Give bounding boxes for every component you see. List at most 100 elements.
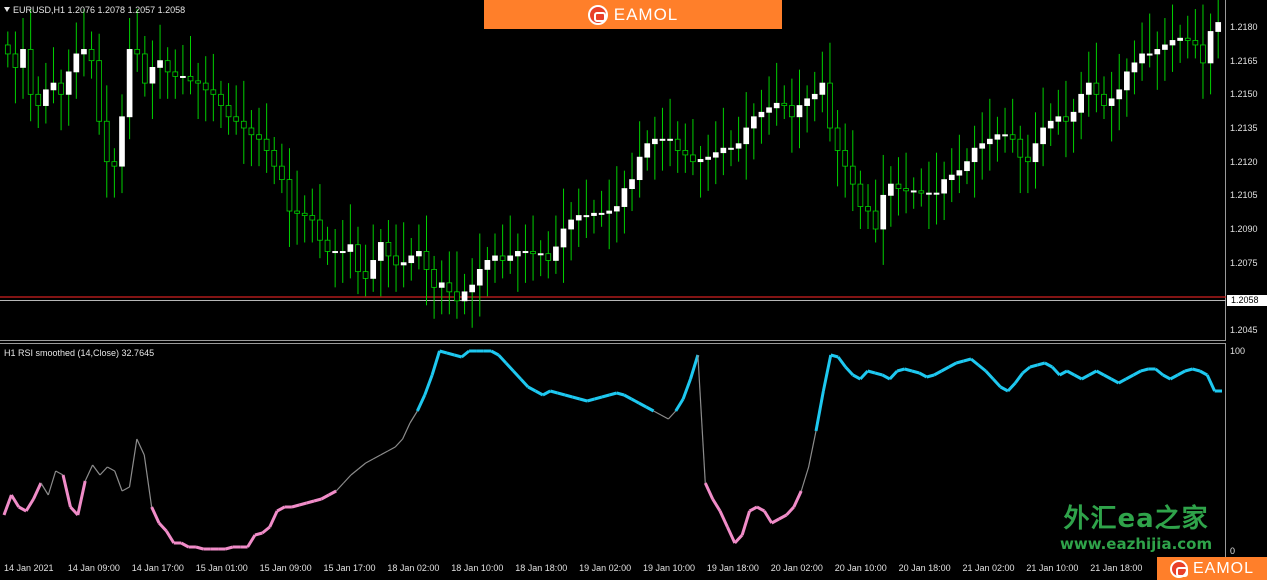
candle-body (271, 150, 278, 167)
candle (355, 226, 361, 295)
candle (804, 85, 810, 133)
candle-body (484, 260, 491, 270)
candle (575, 188, 582, 247)
candle (910, 177, 917, 209)
rsi-segment (1162, 373, 1172, 381)
rsi-segment (423, 374, 434, 396)
candle (781, 85, 788, 120)
candle (842, 123, 849, 198)
candle (469, 258, 476, 328)
candle-body (743, 127, 750, 145)
rsi-segment (1169, 373, 1179, 381)
candle (819, 51, 826, 113)
candle-body (1047, 120, 1054, 129)
candle (279, 143, 285, 194)
rsi-axis-label: 100 (1230, 346, 1246, 356)
candle (1040, 87, 1046, 167)
candle-body (73, 53, 80, 73)
rsi-segment (836, 356, 847, 368)
rsi-segment (357, 462, 367, 470)
candle-body (827, 82, 833, 129)
dropdown-triangle-icon[interactable] (4, 7, 10, 12)
candle (1078, 71, 1085, 140)
candle-body (256, 134, 262, 140)
candle (606, 179, 613, 250)
chart-canvas[interactable] (0, 0, 1267, 580)
price-axis-label: 1.2090 (1230, 224, 1258, 234)
candle-body (119, 116, 125, 167)
time-axis-label: 15 Jan 01:00 (195, 563, 248, 573)
rsi-segment (1125, 373, 1135, 381)
candle (1063, 80, 1069, 158)
candle (88, 31, 95, 79)
rsi-segment (18, 505, 27, 513)
candle-body (865, 206, 871, 212)
rsi-segment (579, 397, 588, 403)
price-axis-label: 1.2150 (1230, 89, 1258, 100)
candle-body (583, 215, 590, 218)
candle (903, 152, 909, 214)
rsi-segment (276, 505, 286, 513)
rsi-segment (1029, 363, 1038, 369)
rsi-segment (918, 371, 928, 379)
candle (225, 83, 232, 135)
candle-body (781, 102, 788, 106)
candle-body (423, 251, 430, 270)
rsi-segment (814, 390, 825, 432)
rsi-segment (572, 395, 581, 401)
candle-body (575, 215, 582, 221)
candle-body (111, 161, 118, 167)
candle-body (1040, 127, 1046, 145)
candle-body (560, 228, 567, 248)
candle (766, 76, 772, 135)
candle (865, 184, 871, 229)
candle (141, 35, 148, 97)
candle (728, 130, 734, 167)
time-axis-label: 15 Jan 09:00 (259, 563, 312, 573)
price-axis-label: 1.2075 (1230, 257, 1258, 268)
rsi-segment (372, 454, 381, 460)
candle-body (652, 138, 658, 145)
rsi-segment (416, 394, 427, 412)
candle-body (248, 127, 255, 136)
candle-body (294, 210, 300, 214)
candle (1116, 53, 1123, 131)
candle-body (750, 116, 757, 129)
candle (187, 35, 194, 95)
rsi-segment (681, 378, 692, 400)
rsi-segment (99, 466, 108, 476)
rsi-segment (1051, 365, 1061, 377)
rsi-segment (114, 470, 123, 492)
rsi-segment (726, 526, 737, 544)
candle-body (1009, 134, 1016, 140)
rsi-segment (254, 531, 263, 537)
candle-body (910, 190, 917, 193)
rsi-segment (402, 422, 411, 440)
candle-body (1131, 62, 1138, 73)
chart-window[interactable]: EURUSD,H1 1.2076 1.2078 1.2057 1.2058 H1… (0, 0, 1267, 580)
rsi-segment (10, 494, 21, 508)
candle-body (690, 154, 696, 163)
candle (476, 233, 483, 317)
candle (674, 121, 681, 173)
rsi-segment (844, 365, 855, 377)
rsi-segment (225, 545, 234, 551)
candle (1131, 40, 1138, 95)
rsi-segment (320, 493, 330, 501)
rsi-segment (1117, 377, 1127, 385)
candle-body (971, 147, 978, 163)
candle (933, 152, 940, 225)
candle-body (499, 255, 506, 261)
rsi-segment (638, 401, 647, 409)
candle-body (1108, 98, 1115, 106)
candle (157, 24, 163, 99)
symbol-header: EURUSD,H1 1.2076 1.2078 1.2057 1.2058 (4, 5, 185, 15)
candle (438, 260, 445, 315)
candle-body (1055, 116, 1062, 122)
candle-body (43, 89, 49, 106)
candle-body (446, 282, 453, 293)
candle-body (530, 251, 536, 255)
candle (20, 18, 26, 99)
candle-body (1078, 93, 1085, 113)
rsi-segment (40, 482, 49, 496)
